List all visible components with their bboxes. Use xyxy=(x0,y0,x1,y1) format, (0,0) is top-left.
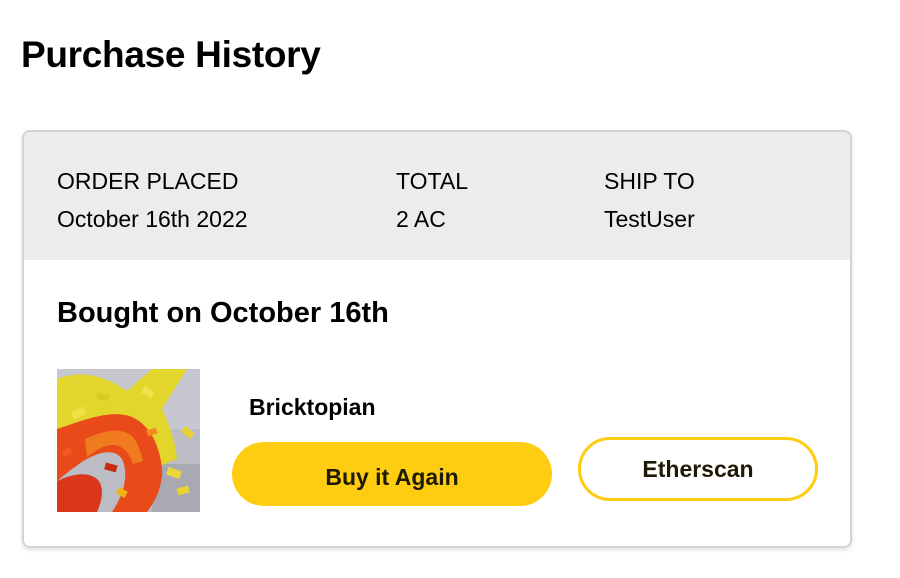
product-name[interactable]: Bricktopian xyxy=(249,392,376,422)
total-label: TOTAL xyxy=(396,168,468,194)
ship-to-column: SHIP TO TestUser xyxy=(604,162,695,238)
page-title: Purchase History xyxy=(21,34,321,75)
total-value: 2 AC xyxy=(396,206,446,232)
order-placed-label: ORDER PLACED xyxy=(57,168,239,194)
order-card: ORDER PLACED October 16th 2022 TOTAL 2 A… xyxy=(22,130,852,548)
order-header: ORDER PLACED October 16th 2022 TOTAL 2 A… xyxy=(24,132,850,260)
brick-sculpture-thumbnail xyxy=(57,369,200,512)
buy-it-again-button[interactable]: Buy it Again xyxy=(232,442,552,506)
product-thumbnail[interactable] xyxy=(57,369,200,512)
ship-to-value: TestUser xyxy=(604,206,695,232)
total-column: TOTAL 2 AC xyxy=(396,162,468,238)
ship-to-label: SHIP TO xyxy=(604,168,695,194)
order-placed-value: October 16th 2022 xyxy=(57,206,248,232)
bought-on-heading: Bought on October 16th xyxy=(57,297,389,329)
order-placed-column: ORDER PLACED October 16th 2022 xyxy=(57,162,248,238)
etherscan-button[interactable]: Etherscan xyxy=(578,437,818,501)
